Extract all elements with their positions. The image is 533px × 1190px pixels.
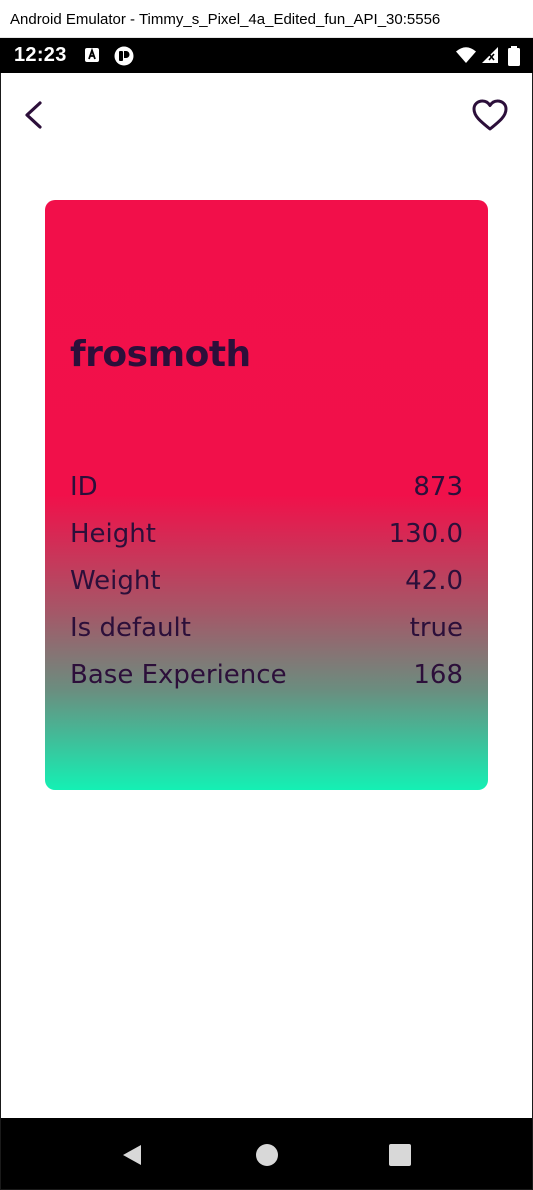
recents-square-icon bbox=[389, 1144, 411, 1166]
stat-label: Height bbox=[70, 519, 156, 549]
stat-label: Base Experience bbox=[70, 660, 287, 690]
battery-icon bbox=[508, 46, 520, 66]
home-circle-icon bbox=[256, 1144, 278, 1166]
status-time: 12:23 bbox=[14, 44, 67, 66]
stat-row-id: ID 873 bbox=[70, 468, 463, 506]
chevron-left-icon bbox=[25, 101, 42, 129]
app-notification-icon bbox=[114, 46, 134, 66]
wifi-icon bbox=[456, 47, 476, 63]
window-title: Android Emulator - Timmy_s_Pixel_4a_Edit… bbox=[0, 0, 533, 38]
stat-label: ID bbox=[70, 472, 98, 502]
back-triangle-icon bbox=[123, 1145, 141, 1165]
stat-value: true bbox=[409, 613, 463, 643]
stat-value: 42.0 bbox=[405, 566, 463, 596]
status-bar: 12:23 bbox=[0, 38, 533, 73]
nav-home-button[interactable] bbox=[254, 1142, 280, 1172]
nav-back-button[interactable] bbox=[119, 1142, 145, 1172]
stat-value: 168 bbox=[413, 660, 463, 690]
signal-icon bbox=[482, 47, 498, 63]
pokemon-name: frosmoth bbox=[70, 334, 251, 375]
app-bar bbox=[0, 73, 533, 159]
favorite-button[interactable] bbox=[470, 95, 512, 135]
stat-row-weight: Weight 42.0 bbox=[70, 562, 463, 600]
stat-label: Is default bbox=[70, 613, 191, 643]
stat-value: 873 bbox=[413, 472, 463, 502]
pokemon-detail-card: frosmoth ID 873 Height 130.0 Weight 42.0… bbox=[45, 200, 488, 790]
back-button[interactable] bbox=[16, 95, 52, 135]
stat-row-is-default: Is default true bbox=[70, 609, 463, 647]
heart-outline-icon bbox=[472, 99, 508, 131]
nav-recents-button[interactable] bbox=[387, 1142, 413, 1172]
stat-row-height: Height 130.0 bbox=[70, 515, 463, 553]
stat-row-base-experience: Base Experience 168 bbox=[70, 656, 463, 694]
stat-label: Weight bbox=[70, 566, 161, 596]
navigation-bar bbox=[1, 1118, 532, 1189]
a-letter-notification-icon bbox=[85, 47, 99, 62]
stat-value: 130.0 bbox=[388, 519, 463, 549]
